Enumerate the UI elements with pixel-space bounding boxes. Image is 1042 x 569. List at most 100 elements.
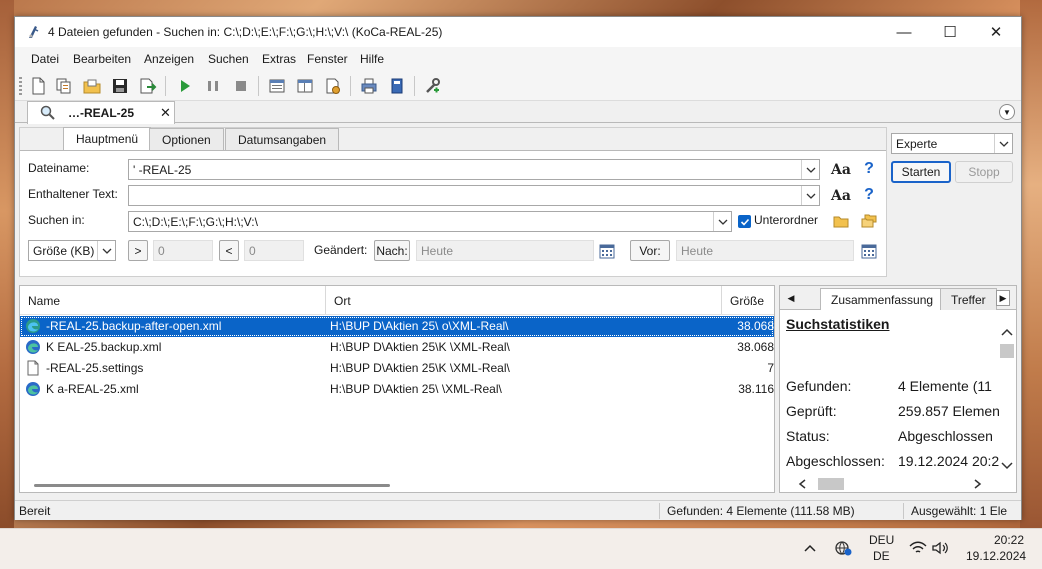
stat-checked-value: 259.857 Elemen [898,403,1000,419]
copy-icon[interactable] [53,75,75,97]
chevron-right-icon[interactable] [974,479,982,489]
after-button[interactable]: Nach: [374,240,410,261]
calendar-icon[interactable] [858,240,880,262]
chevron-up-icon[interactable] [804,543,816,553]
pause-icon[interactable] [202,75,224,97]
chevron-down-icon[interactable] [713,212,731,231]
help-icon[interactable]: ? [858,158,880,180]
table-row[interactable]: -REAL-25.settings H:\BUP D\Aktien 25\K \… [20,358,774,379]
file-location: H:\BUP D\Aktien 25\ o\XML-Real\ [330,319,509,333]
before-button[interactable]: Vor: [630,240,670,261]
status-separator [659,503,660,519]
desktop-background-left [0,0,14,528]
open-folder-icon[interactable] [81,75,103,97]
table-row[interactable]: -REAL-25.backup-after-open.xml H:\BUP D\… [20,316,774,337]
tab-optionen[interactable]: Optionen [149,128,224,150]
play-icon[interactable] [174,75,196,97]
size-unit-select[interactable]: Größe (KB) [28,240,116,261]
case-sensitive-icon[interactable]: Aa [830,159,852,181]
network-shield-icon[interactable] [834,539,852,557]
menu-anzeigen[interactable]: Anzeigen [144,52,194,66]
language-code[interactable]: DEU [869,533,894,547]
case-sensitive-icon[interactable]: Aa [830,185,852,207]
stop-button[interactable]: Stopp [955,161,1013,183]
search-in-input[interactable]: C:\;D:\;E:\;F:\;G:\;H:\;V:\ [128,211,732,232]
menu-hilfe[interactable]: Hilfe [360,52,384,66]
greater-than-button[interactable]: > [128,240,148,261]
menu-suchen[interactable]: Suchen [208,52,249,66]
browse-folder-icon[interactable] [830,210,852,232]
export-icon[interactable] [137,75,159,97]
table-row[interactable]: K a-REAL-25.xml H:\BUP D\Aktien 25\ \XML… [20,379,774,400]
chevron-down-icon[interactable] [1001,462,1013,470]
menu-bearbeiten[interactable]: Bearbeiten [73,52,131,66]
contained-text-input[interactable] [128,185,820,206]
chevron-down-icon[interactable] [994,134,1012,153]
scrollbar-thumb[interactable] [34,484,390,487]
start-button[interactable]: Starten [891,161,951,183]
minimize-button[interactable]: — [881,17,927,47]
filename-input[interactable]: ' -REAL-25 [128,159,820,180]
stat-found-label: Gefunden: [786,378,852,394]
calendar-icon[interactable] [596,240,618,262]
tab-zusammenfassung[interactable]: Zusammenfassung [820,288,945,310]
columns-icon[interactable] [294,75,316,97]
scroll-right-icon[interactable]: ▶ [996,290,1010,306]
settings-icon[interactable] [322,75,344,97]
max-size-input[interactable]: 0 [244,240,304,261]
before-date-input[interactable]: Heute [676,240,854,261]
chevron-down-icon[interactable] [801,186,819,205]
stop-icon[interactable] [230,75,252,97]
window-title: 4 Dateien gefunden - Suchen in: C:\;D:\;… [48,25,443,39]
tools-icon[interactable] [422,75,444,97]
stat-found-value: 4 Elemente (11 [898,378,992,394]
tab-datumsangaben[interactable]: Datumsangaben [225,128,340,150]
menu-fenster[interactable]: Fenster [307,52,348,66]
chevron-left-icon[interactable] [798,479,806,489]
save-icon[interactable] [109,75,131,97]
min-size-input[interactable]: 0 [153,240,213,261]
wifi-icon[interactable] [909,541,927,555]
statistics-horizontal-scrollbar[interactable] [780,476,998,492]
book-icon[interactable] [386,75,408,97]
menu-bar: Datei Bearbeiten Anzeigen Suchen Extras … [15,47,1021,71]
close-button[interactable]: ✕ [973,17,1019,47]
clock-time[interactable]: 20:22 [994,533,1024,547]
chevron-down-icon[interactable] [97,241,115,260]
chevron-down-icon[interactable] [801,160,819,179]
volume-icon[interactable] [932,541,950,555]
multi-folder-icon[interactable] [858,210,880,232]
layout-icon[interactable] [266,75,288,97]
maximize-button[interactable]: ☐ [927,17,973,47]
tab-list-dropdown-icon[interactable]: ▼ [999,104,1015,120]
column-header-size[interactable]: Größe [722,286,774,314]
column-header-name[interactable]: Name [20,286,326,314]
tab-treffer[interactable]: Treffer [940,288,997,310]
menu-datei[interactable]: Datei [31,52,59,66]
keyboard-layout[interactable]: DE [873,549,890,563]
document-tab[interactable]: …-REAL-25 ✕ [27,101,175,124]
tab-hauptmenu[interactable]: Hauptmenü [63,127,152,151]
menu-extras[interactable]: Extras [262,52,296,66]
clock-date[interactable]: 19.12.2024 [966,549,1026,563]
table-row[interactable]: K EAL-25.backup.xml H:\BUP D\Aktien 25\K… [20,337,774,358]
help-icon[interactable]: ? [858,184,880,206]
scrollbar-thumb[interactable] [818,478,844,490]
search-form: Dateiname: ' -REAL-25 Aa ? Enthaltener T… [20,150,886,276]
mode-select[interactable]: Experte [891,133,1013,154]
statistics-vertical-scrollbar[interactable] [998,316,1016,474]
scrollbar-thumb[interactable] [1000,344,1014,358]
less-than-button[interactable]: < [219,240,239,261]
statistics-tab-bar: ◀ Zusammenfassung Treffer ▶ [780,286,1016,310]
after-date-input[interactable]: Heute [416,240,594,261]
document-tab-close-icon[interactable]: ✕ [160,105,171,121]
results-horizontal-scrollbar[interactable] [20,477,774,492]
scroll-left-icon[interactable]: ◀ [784,290,798,306]
subfolders-checkbox[interactable] [738,215,751,228]
title-bar[interactable]: 4 Dateien gefunden - Suchen in: C:\;D:\;… [15,17,1021,47]
new-search-icon[interactable] [27,75,49,97]
chevron-up-icon[interactable] [1001,328,1013,336]
column-header-location[interactable]: Ort [326,286,722,314]
toolbar-grip[interactable] [19,77,22,95]
print-icon[interactable] [358,75,380,97]
